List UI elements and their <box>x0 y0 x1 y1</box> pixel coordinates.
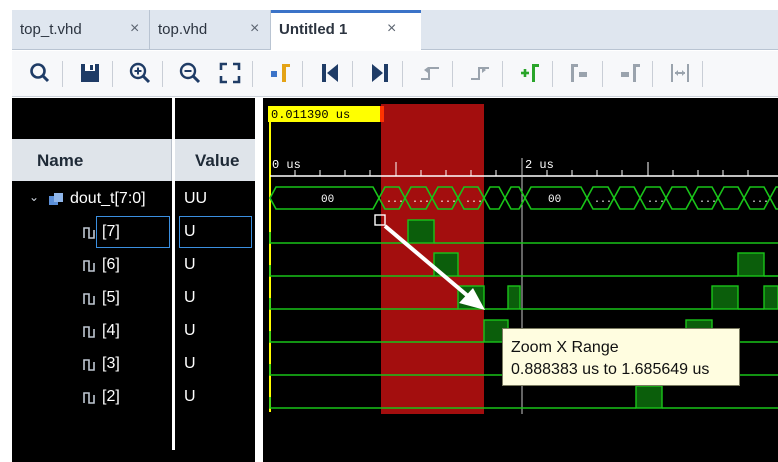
signal-name-bit-5[interactable]: [5] <box>102 289 120 307</box>
previous-transition-icon[interactable] <box>418 61 442 85</box>
go-to-end-icon[interactable] <box>368 61 392 85</box>
signal-value-bit-6: U <box>184 256 196 273</box>
bus-value-2: ... <box>412 195 430 206</box>
close-icon[interactable]: × <box>250 20 259 38</box>
toolbar-separator <box>162 61 163 87</box>
bus-value-5: 00 <box>548 194 561 206</box>
previous-marker-icon[interactable] <box>568 61 592 85</box>
ruler-label-0: 0 us <box>272 158 301 172</box>
bus-value-7: ... <box>647 195 665 206</box>
bus-value-4: ... <box>465 195 483 206</box>
toolbar-separator <box>452 61 453 87</box>
toolbar-separator <box>302 61 303 87</box>
value-header-label: Value <box>195 151 240 170</box>
signal-value-bit-7: U <box>184 223 196 240</box>
ruler-label-2: 2 us <box>525 158 554 172</box>
tab-top-vhd[interactable]: top.vhd × <box>150 10 271 50</box>
toolbar-separator <box>602 61 603 87</box>
name-header-label: Name <box>37 151 84 170</box>
cursor-time-text: 0.011390 us <box>271 108 350 122</box>
bus-value-8: ... <box>699 195 717 206</box>
bus-value-0: 00 <box>321 194 334 206</box>
signal-value-bit-5: U <box>184 289 196 306</box>
value-column-header[interactable]: Value <box>174 139 256 181</box>
tab-bar: top_t.vhd × top.vhd × Untitled 1 × <box>12 10 778 51</box>
go-to-cursor-icon[interactable] <box>268 61 292 85</box>
tooltip-title: Zoom X Range <box>511 339 619 356</box>
bit-signal-icon <box>83 260 95 272</box>
signal-value-bit-3: U <box>184 355 196 372</box>
swap-cursors-icon[interactable] <box>668 61 692 85</box>
name-column-header[interactable]: Name <box>12 139 172 181</box>
tab-untitled-1[interactable]: Untitled 1 × <box>271 10 421 51</box>
bit-signal-icon <box>83 326 95 338</box>
toolbar-separator <box>402 61 403 87</box>
toolbar <box>12 51 778 97</box>
waveform-pane[interactable]: 0.011390 us 0 us 2 us 00 ... ... ... ... <box>263 98 778 462</box>
save-icon[interactable] <box>78 61 102 85</box>
next-marker-icon[interactable] <box>618 61 642 85</box>
tab-label: Untitled 1 <box>279 21 348 38</box>
search-icon[interactable] <box>28 61 52 85</box>
add-marker-icon[interactable] <box>518 61 542 85</box>
tooltip-range: 0.888383 us to 1.685649 us <box>511 361 710 378</box>
tab-label: top.vhd <box>158 21 208 38</box>
close-icon[interactable]: × <box>130 20 139 38</box>
column-divider[interactable] <box>172 98 175 450</box>
bus-value-9: ... <box>751 195 769 206</box>
zoom-selection-region <box>381 104 484 414</box>
signal-name-bit-3[interactable]: [3] <box>102 355 120 373</box>
bit-signal-icon <box>83 392 95 404</box>
toolbar-separator <box>552 61 553 87</box>
close-icon[interactable]: × <box>387 20 396 38</box>
zoom-out-icon[interactable] <box>178 61 202 85</box>
toolbar-separator <box>352 61 353 87</box>
bus-signal-icon <box>49 193 63 205</box>
zoom-fit-icon[interactable] <box>218 61 242 85</box>
signal-name-bit-2[interactable]: [2] <box>102 388 120 406</box>
bit-signal-icon <box>83 227 95 239</box>
signal-value-bit-4: U <box>184 322 196 339</box>
zoom-in-icon[interactable] <box>128 61 152 85</box>
signal-name-bit-7[interactable]: [7] <box>102 223 120 241</box>
bus-value-1: ... <box>386 195 404 206</box>
signal-value-bit-2: U <box>184 388 196 405</box>
bit-signal-icon <box>83 359 95 371</box>
bus-value-3: ... <box>439 195 457 206</box>
toolbar-separator <box>652 61 653 87</box>
toolbar-separator <box>62 61 63 87</box>
next-transition-icon[interactable] <box>468 61 492 85</box>
toolbar-separator <box>702 61 703 87</box>
bit-signal-icon <box>83 293 95 305</box>
active-tab-indicator <box>271 10 421 13</box>
zoom-range-tooltip: Zoom X Range 0.888383 us to 1.685649 us <box>502 328 740 386</box>
pane-splitter[interactable] <box>255 98 263 462</box>
signal-value-dout-t: UU <box>184 190 208 207</box>
tab-label: top_t.vhd <box>20 21 82 38</box>
chevron-down-icon[interactable]: ⌄ <box>29 190 39 204</box>
bus-value-6: ... <box>594 195 612 206</box>
zoom-marker <box>380 106 384 122</box>
toolbar-separator <box>112 61 113 87</box>
signal-name-bit-6[interactable]: [6] <box>102 256 120 274</box>
signal-name-bit-4[interactable]: [4] <box>102 322 120 340</box>
signal-name-dout-t[interactable]: dout_t[7:0] <box>70 190 146 208</box>
toolbar-separator <box>252 61 253 87</box>
tab-top-t-vhd[interactable]: top_t.vhd × <box>12 10 150 50</box>
toolbar-separator <box>502 61 503 87</box>
go-to-start-icon[interactable] <box>318 61 342 85</box>
